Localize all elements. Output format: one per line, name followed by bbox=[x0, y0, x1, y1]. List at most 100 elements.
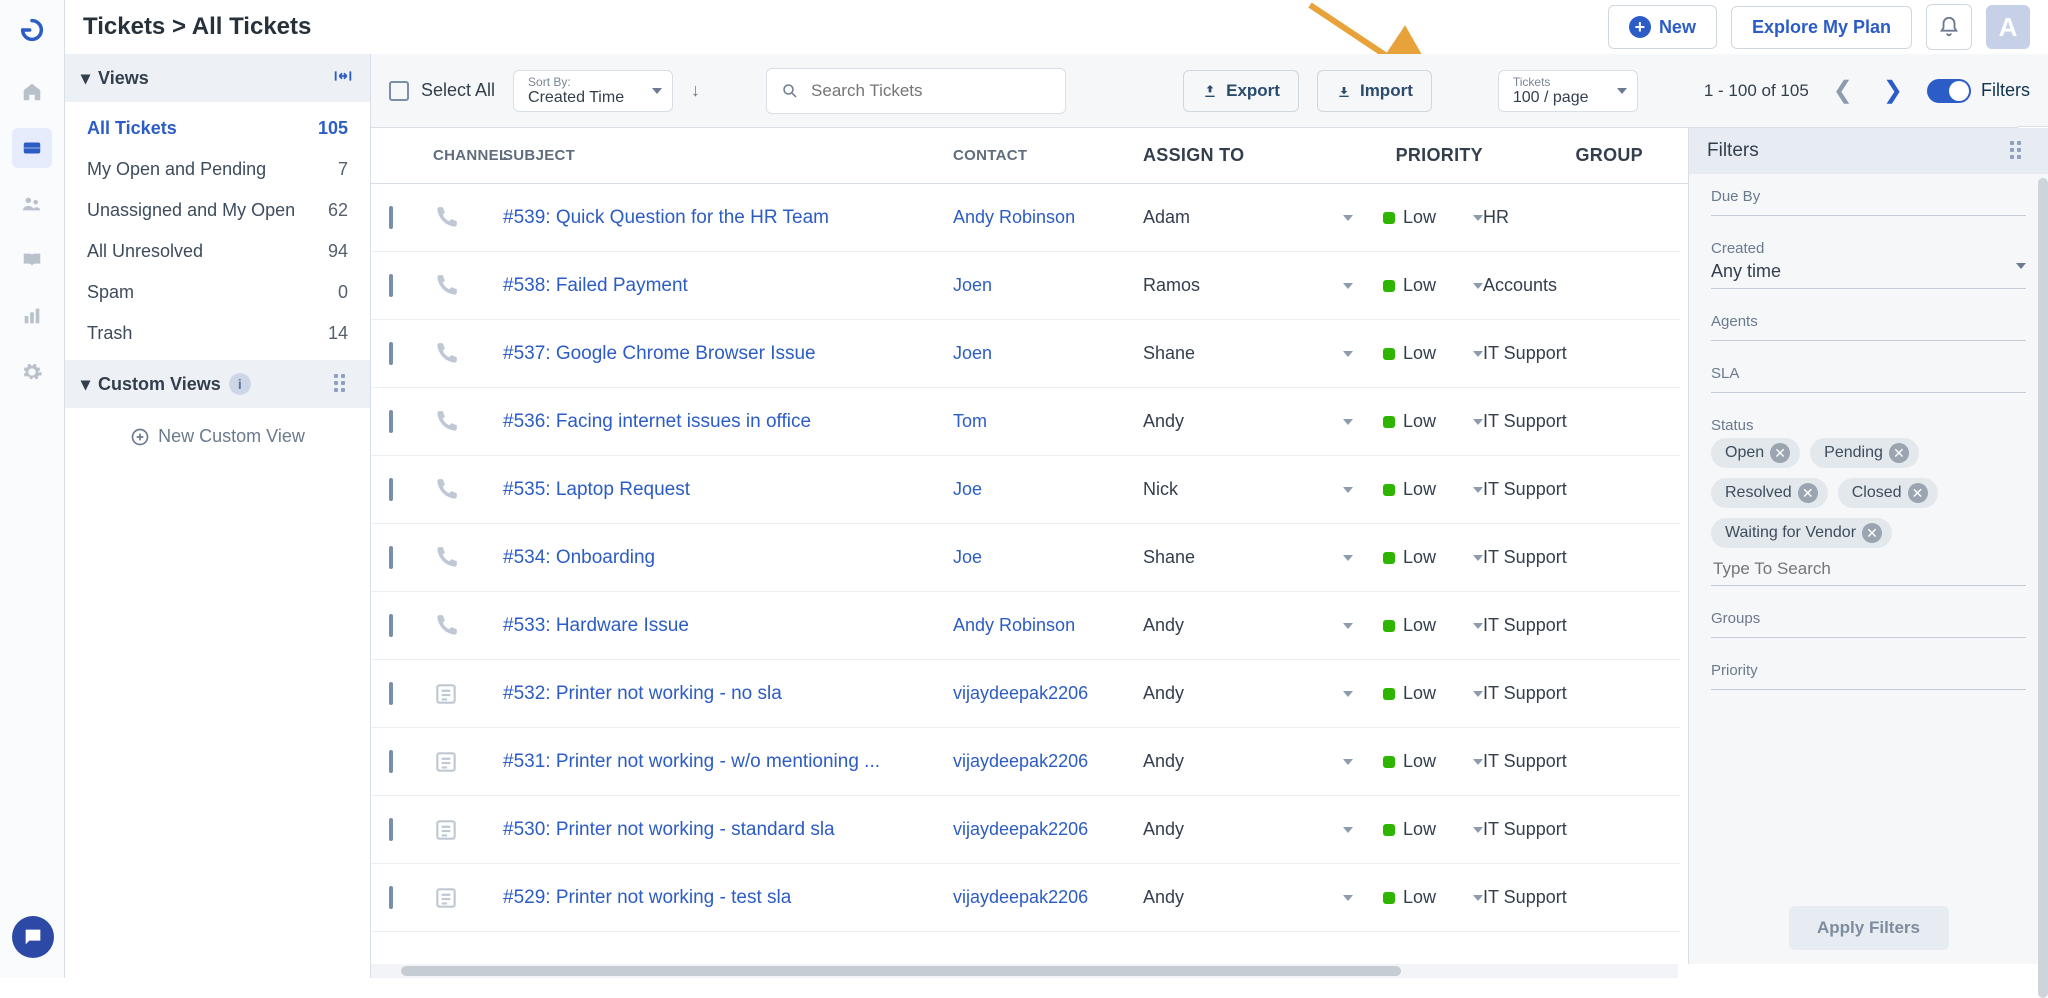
contact-link[interactable]: vijaydeepak2206 bbox=[953, 887, 1088, 907]
page-size-dropdown[interactable]: Tickets 100 / page bbox=[1498, 70, 1638, 112]
next-page-icon[interactable]: ❯ bbox=[1877, 72, 1909, 109]
avatar[interactable]: A bbox=[1986, 5, 2030, 49]
ticket-subject-link[interactable]: #537: Google Chrome Browser Issue bbox=[503, 343, 816, 364]
row-checkbox[interactable] bbox=[389, 342, 393, 365]
view-item[interactable]: My Open and Pending7 bbox=[65, 149, 370, 190]
export-button[interactable]: Export bbox=[1183, 70, 1299, 112]
assign-cell[interactable]: Ramos bbox=[1143, 275, 1353, 296]
group-cell[interactable]: IT Support bbox=[1483, 411, 1643, 432]
status-search-input[interactable] bbox=[1711, 558, 2026, 586]
view-item[interactable]: All Tickets105 bbox=[65, 108, 370, 149]
sort-dropdown[interactable]: Sort By: Created Time bbox=[513, 70, 673, 112]
priority-cell[interactable]: Low bbox=[1353, 751, 1483, 772]
table-row[interactable]: #530: Printer not working - standard sla… bbox=[371, 796, 1680, 864]
priority-cell[interactable]: Low bbox=[1353, 887, 1483, 908]
filter-sla[interactable]: SLA bbox=[1711, 365, 2026, 393]
chip-remove-icon[interactable]: ✕ bbox=[1862, 523, 1882, 543]
row-checkbox[interactable] bbox=[389, 682, 393, 705]
views-header[interactable]: ▾ Views bbox=[65, 54, 370, 102]
custom-views-header[interactable]: ▾ Custom Views i bbox=[65, 360, 370, 408]
ticket-subject-link[interactable]: #534: Onboarding bbox=[503, 547, 655, 568]
chat-icon[interactable] bbox=[12, 916, 54, 958]
row-checkbox[interactable] bbox=[389, 478, 393, 501]
chip-remove-icon[interactable]: ✕ bbox=[1770, 443, 1790, 463]
group-cell[interactable]: IT Support bbox=[1483, 343, 1643, 364]
reports-icon[interactable] bbox=[12, 296, 52, 336]
assign-cell[interactable]: Andy bbox=[1143, 411, 1353, 432]
group-cell[interactable]: Accounts bbox=[1483, 275, 1643, 296]
filter-created[interactable]: Created Any time bbox=[1711, 240, 2026, 289]
chip-remove-icon[interactable]: ✕ bbox=[1889, 443, 1909, 463]
assign-cell[interactable]: Andy bbox=[1143, 887, 1353, 908]
new-custom-view[interactable]: New Custom View bbox=[65, 408, 370, 465]
priority-cell[interactable]: Low bbox=[1353, 207, 1483, 228]
status-chip[interactable]: Open✕ bbox=[1711, 438, 1800, 468]
contact-link[interactable]: Andy Robinson bbox=[953, 615, 1075, 635]
group-cell[interactable]: IT Support bbox=[1483, 683, 1643, 704]
table-row[interactable]: #535: Laptop Request Joe NickLowIT Support bbox=[371, 456, 1680, 524]
reorder-icon[interactable] bbox=[2010, 141, 2030, 161]
contact-link[interactable]: vijaydeepak2206 bbox=[953, 751, 1088, 771]
assign-cell[interactable]: Adam bbox=[1143, 207, 1353, 228]
ticket-subject-link[interactable]: #530: Printer not working - standard sla bbox=[503, 819, 835, 840]
view-item[interactable]: Spam0 bbox=[65, 272, 370, 313]
table-row[interactable]: #532: Printer not working - no slavijayd… bbox=[371, 660, 1680, 728]
expand-icon[interactable] bbox=[332, 65, 354, 92]
priority-cell[interactable]: Low bbox=[1353, 547, 1483, 568]
contact-link[interactable]: vijaydeepak2206 bbox=[953, 819, 1088, 839]
info-icon[interactable]: i bbox=[229, 373, 251, 395]
apply-filters-button[interactable]: Apply Filters bbox=[1789, 906, 1949, 950]
table-row[interactable]: #536: Facing internet issues in officeTo… bbox=[371, 388, 1680, 456]
ticket-subject-link[interactable]: #535: Laptop Request bbox=[503, 479, 690, 500]
table-row[interactable]: #529: Printer not working - test slavija… bbox=[371, 864, 1680, 932]
status-chip[interactable]: Resolved✕ bbox=[1711, 478, 1828, 508]
select-all-checkbox[interactable] bbox=[389, 81, 409, 101]
row-checkbox[interactable] bbox=[389, 206, 393, 229]
settings-icon[interactable] bbox=[12, 352, 52, 392]
assign-cell[interactable]: Andy bbox=[1143, 819, 1353, 840]
assign-cell[interactable]: Shane bbox=[1143, 547, 1353, 568]
filter-groups[interactable]: Groups bbox=[1711, 610, 2026, 638]
filter-agents[interactable]: Agents bbox=[1711, 313, 2026, 341]
home-icon[interactable] bbox=[12, 72, 52, 112]
assign-cell[interactable]: Nick bbox=[1143, 479, 1353, 500]
assign-cell[interactable]: Andy bbox=[1143, 615, 1353, 636]
filters-toggle[interactable] bbox=[1927, 79, 1971, 103]
sort-direction-icon[interactable]: ↓ bbox=[691, 80, 700, 101]
status-chip[interactable]: Waiting for Vendor✕ bbox=[1711, 518, 1892, 548]
table-row[interactable]: #538: Failed PaymentJoenRamosLowAccounts bbox=[371, 252, 1680, 320]
contact-link[interactable]: Andy Robinson bbox=[953, 207, 1075, 227]
ticket-subject-link[interactable]: #532: Printer not working - no sla bbox=[503, 683, 782, 704]
row-checkbox[interactable] bbox=[389, 410, 393, 433]
prev-page-icon[interactable]: ❮ bbox=[1827, 72, 1859, 109]
priority-cell[interactable]: Low bbox=[1353, 343, 1483, 364]
table-row[interactable]: #533: Hardware IssueAndy RobinsonAndyLow… bbox=[371, 592, 1680, 660]
group-cell[interactable]: IT Support bbox=[1483, 819, 1643, 840]
group-cell[interactable]: IT Support bbox=[1483, 479, 1643, 500]
contact-link[interactable]: Joe bbox=[953, 479, 982, 499]
assign-cell[interactable]: Andy bbox=[1143, 751, 1353, 772]
contact-link[interactable]: Tom bbox=[953, 411, 987, 431]
chip-remove-icon[interactable]: ✕ bbox=[1908, 483, 1928, 503]
contact-link[interactable]: Joen bbox=[953, 275, 992, 295]
ticket-subject-link[interactable]: #539: Quick Question for the HR Team bbox=[503, 207, 829, 228]
priority-cell[interactable]: Low bbox=[1353, 411, 1483, 432]
horizontal-scrollbar[interactable] bbox=[371, 964, 1678, 978]
status-chip[interactable]: Closed✕ bbox=[1838, 478, 1938, 508]
row-checkbox[interactable] bbox=[389, 886, 393, 909]
row-checkbox[interactable] bbox=[389, 546, 393, 569]
filters-scrollbar[interactable] bbox=[2038, 178, 2048, 998]
row-checkbox[interactable] bbox=[389, 614, 393, 637]
row-checkbox[interactable] bbox=[389, 818, 393, 841]
priority-cell[interactable]: Low bbox=[1353, 479, 1483, 500]
filter-due-by[interactable]: Due By bbox=[1711, 188, 2026, 216]
group-cell[interactable]: IT Support bbox=[1483, 547, 1643, 568]
priority-cell[interactable]: Low bbox=[1353, 615, 1483, 636]
ticket-subject-link[interactable]: #531: Printer not working - w/o mentioni… bbox=[503, 751, 880, 772]
assign-cell[interactable]: Shane bbox=[1143, 343, 1353, 364]
view-item[interactable]: All Unresolved94 bbox=[65, 231, 370, 272]
chip-remove-icon[interactable]: ✕ bbox=[1798, 483, 1818, 503]
kb-icon[interactable] bbox=[12, 240, 52, 280]
row-checkbox[interactable] bbox=[389, 274, 393, 297]
group-cell[interactable]: HR bbox=[1483, 207, 1643, 228]
